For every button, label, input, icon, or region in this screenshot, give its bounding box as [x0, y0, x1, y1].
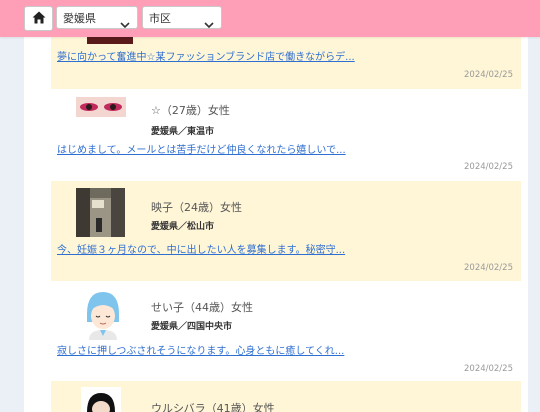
post-message-link[interactable]: はじめまして。メールとは苦手だけど仲良くなれたら嬉しいで...	[57, 141, 346, 156]
chevron-down-icon	[204, 14, 214, 37]
post-location: 愛媛県／東温市	[151, 127, 215, 137]
avatar[interactable]	[76, 97, 126, 117]
right-margin	[528, 0, 540, 412]
post-date: 2024/02/25	[464, 162, 513, 172]
home-button[interactable]	[24, 6, 53, 31]
post-location: 愛媛県／松山市	[151, 222, 215, 232]
post-name: せい子（44歳）女性	[151, 301, 253, 314]
top-bar: 愛媛県 市区	[0, 0, 540, 37]
city-select-value: 市区	[149, 12, 171, 25]
post-message-link[interactable]: 今、妊娠３ヶ月なので、中に出したい人を募集します。秘密守...	[57, 241, 345, 256]
list-item[interactable]: せい子（44歳）女性 愛媛県／四国中央市 寂しさに押しつぶされそうになります。心…	[51, 281, 521, 381]
chevron-down-icon	[120, 14, 130, 37]
avatar[interactable]	[81, 387, 121, 412]
post-date: 2024/02/25	[464, 364, 513, 374]
list-item[interactable]: 映子（24歳）女性 愛媛県／松山市 今、妊娠３ヶ月なので、中に出したい人を募集し…	[51, 181, 521, 281]
post-date: 2024/02/25	[464, 263, 513, 273]
post-message-link[interactable]: 夢に向かって奮進中☆某ファッションブランド店で働きながらデ...	[57, 48, 355, 63]
post-name: ウルシバラ（41歳）女性	[151, 402, 275, 412]
post-name: 映子（24歳）女性	[151, 201, 242, 214]
post-name: ☆（27歳）女性	[151, 104, 230, 117]
avatar[interactable]	[76, 188, 125, 237]
prefecture-select-value: 愛媛県	[63, 12, 96, 25]
post-date: 2024/02/25	[464, 70, 513, 80]
post-message-link[interactable]: 寂しさに押しつぶされそうになります。心身ともに癒してくれ...	[57, 342, 344, 357]
post-location: 愛媛県／四国中央市	[151, 322, 233, 332]
left-margin	[0, 0, 24, 412]
page: 夢に向かって奮進中☆某ファッションブランド店で働きながらデ... 2024/02…	[0, 0, 540, 412]
prefecture-select[interactable]: 愛媛県	[56, 6, 138, 29]
list-item[interactable]: ウルシバラ（41歳）女性	[51, 381, 521, 412]
list-item[interactable]: ☆（27歳）女性 愛媛県／東温市 はじめまして。メールとは苦手だけど仲良くなれた…	[51, 89, 521, 181]
city-select[interactable]: 市区	[142, 6, 222, 29]
avatar[interactable]	[81, 288, 125, 340]
home-icon	[32, 9, 46, 28]
